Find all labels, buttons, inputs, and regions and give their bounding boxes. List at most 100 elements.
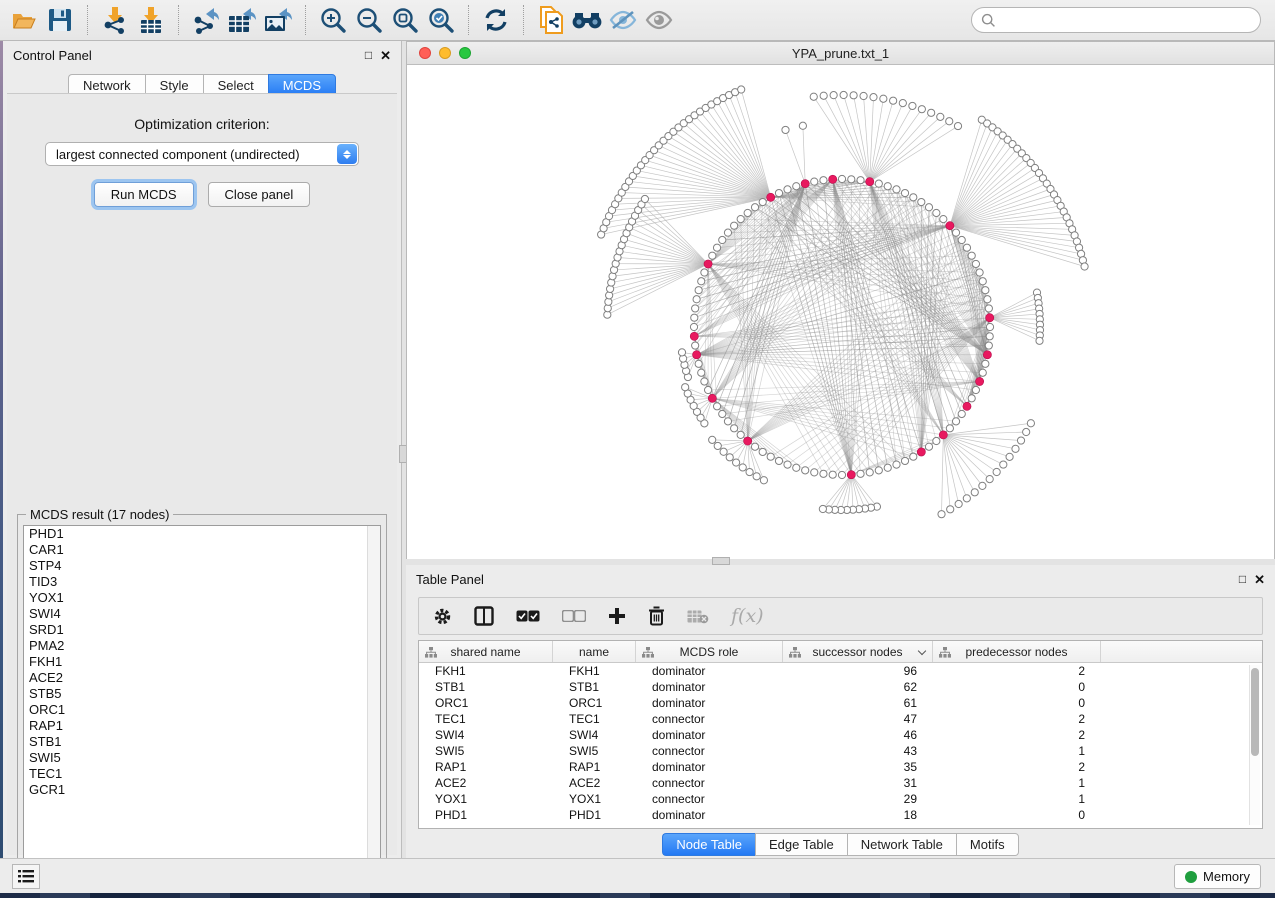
tab-motifs[interactable]: Motifs	[956, 833, 1019, 856]
table-body: FKH1FKH1dominator962STB1STB1dominator620…	[419, 663, 1262, 823]
column-header-predecessor-nodes[interactable]: predecessor nodes	[933, 641, 1101, 662]
node-table[interactable]: shared name nameMCDS rolesuccessor nodesp…	[418, 640, 1263, 829]
mcds-result-item[interactable]: RAP1	[24, 718, 380, 734]
zoom-fit-icon[interactable]	[387, 3, 423, 37]
column-header-successor-nodes[interactable]: successor nodes	[783, 641, 933, 662]
cell-name: YOX1	[553, 791, 636, 807]
deselect-all-checks-icon[interactable]	[562, 604, 586, 628]
close-table-panel-icon[interactable]: ✕	[1254, 573, 1265, 586]
table-scrollbar[interactable]	[1249, 665, 1260, 825]
refresh-icon[interactable]	[478, 3, 514, 37]
mcds-result-item[interactable]: PHD1	[24, 526, 380, 542]
export-network-icon[interactable]	[188, 3, 224, 37]
window-close-icon[interactable]	[419, 47, 431, 59]
hide-selected-icon[interactable]	[605, 3, 641, 37]
table-scrollbar-thumb[interactable]	[1251, 668, 1259, 756]
column-header-shared-name[interactable]: shared name	[419, 641, 553, 662]
table-row[interactable]: PHD1PHD1dominator180	[419, 807, 1262, 823]
cell-mcds_role: connector	[636, 791, 783, 807]
search-input[interactable]	[971, 7, 1261, 33]
float-table-panel-icon[interactable]: □	[1239, 573, 1246, 585]
new-network-from-selection-icon[interactable]	[533, 3, 569, 37]
open-file-icon[interactable]	[6, 3, 42, 37]
zoom-selected-icon[interactable]	[423, 3, 459, 37]
toolbar-separator	[523, 5, 524, 35]
cell-mcds_role: connector	[636, 775, 783, 791]
cell-successor_nodes: 46	[783, 727, 933, 743]
zoom-out-icon[interactable]	[351, 3, 387, 37]
table-panel-titlebar: Table Panel □ ✕	[406, 565, 1275, 593]
table-panel: Table Panel □ ✕ f(x) shared	[406, 565, 1275, 858]
toolbar-separator	[305, 5, 306, 35]
tab-edge-table[interactable]: Edge Table	[755, 833, 847, 856]
export-image-icon[interactable]	[260, 3, 296, 37]
import-network-icon[interactable]	[97, 3, 133, 37]
mcds-result-item[interactable]: SWI4	[24, 606, 380, 622]
first-neighbors-icon[interactable]	[569, 3, 605, 37]
float-panel-icon[interactable]: □	[365, 49, 372, 61]
column-header-MCDS-role[interactable]: MCDS role	[636, 641, 783, 662]
control-panel: Control Panel □ ✕ NetworkStyleSelectMCDS…	[3, 41, 401, 858]
mcds-result-items: PHD1CAR1STP4TID3YOX1SWI4SRD1PMA2FKH1ACE2…	[24, 526, 380, 798]
mcds-result-list[interactable]: PHD1CAR1STP4TID3YOX1SWI4SRD1PMA2FKH1ACE2…	[23, 525, 381, 880]
cell-name: STB1	[553, 679, 636, 695]
window-maximize-icon[interactable]	[459, 47, 471, 59]
table-row[interactable]: SWI4SWI4dominator462	[419, 727, 1262, 743]
network-canvas[interactable]	[407, 65, 1274, 559]
cell-name: RAP1	[553, 759, 636, 775]
save-session-icon[interactable]	[42, 3, 78, 37]
tab-network-table[interactable]: Network Table	[847, 833, 956, 856]
zoom-in-icon[interactable]	[315, 3, 351, 37]
task-history-button[interactable]	[12, 864, 40, 889]
mcds-result-item[interactable]: PMA2	[24, 638, 380, 654]
close-panel-button[interactable]: Close panel	[208, 182, 311, 207]
network-window-titlebar[interactable]: YPA_prune.txt_1	[407, 42, 1274, 65]
cell-shared_name: YOX1	[419, 791, 553, 807]
table-row[interactable]: YOX1YOX1connector291	[419, 791, 1262, 807]
result-list-scrollbar[interactable]	[367, 526, 380, 879]
run-mcds-button[interactable]: Run MCDS	[94, 182, 194, 207]
show-all-icon[interactable]	[641, 3, 677, 37]
mcds-result-item[interactable]: ORC1	[24, 702, 380, 718]
mcds-result-item[interactable]: TEC1	[24, 766, 380, 782]
column-label: shared name	[450, 645, 520, 659]
mcds-result-item[interactable]: STB5	[24, 686, 380, 702]
table-row[interactable]: ORC1ORC1dominator610	[419, 695, 1262, 711]
table-row[interactable]: STB1STB1dominator620	[419, 679, 1262, 695]
attribute-icon	[642, 647, 654, 658]
import-table-icon[interactable]	[133, 3, 169, 37]
mcds-result-title: MCDS result (17 nodes)	[26, 507, 173, 522]
table-row[interactable]: TEC1TEC1connector472	[419, 711, 1262, 727]
mcds-result-item[interactable]: GCR1	[24, 782, 380, 798]
memory-button[interactable]: Memory	[1174, 864, 1261, 889]
mcds-result-item[interactable]: SWI5	[24, 750, 380, 766]
table-row[interactable]: FKH1FKH1dominator962	[419, 663, 1262, 679]
column-layout-icon[interactable]	[474, 604, 494, 628]
add-column-icon[interactable]	[608, 604, 626, 628]
horizontal-splitter-grip[interactable]	[712, 557, 730, 565]
table-row[interactable]: RAP1RAP1dominator352	[419, 759, 1262, 775]
mcds-result-item[interactable]: STP4	[24, 558, 380, 574]
mcds-result-item[interactable]: FKH1	[24, 654, 380, 670]
mcds-result-item[interactable]: YOX1	[24, 590, 380, 606]
column-header-name[interactable]: name	[553, 641, 636, 662]
close-panel-icon[interactable]: ✕	[380, 49, 391, 62]
table-row[interactable]: ACE2ACE2connector311	[419, 775, 1262, 791]
cell-mcds_role: connector	[636, 743, 783, 759]
mcds-result-item[interactable]: ACE2	[24, 670, 380, 686]
mcds-result-item[interactable]: STB1	[24, 734, 380, 750]
table-row[interactable]: SWI5SWI5connector431	[419, 743, 1262, 759]
tab-node-table[interactable]: Node Table	[662, 833, 755, 856]
function-builder-disabled-icon: f(x)	[731, 604, 764, 628]
cell-successor_nodes: 35	[783, 759, 933, 775]
mcds-result-item[interactable]: SRD1	[24, 622, 380, 638]
select-all-checks-icon[interactable]	[516, 604, 540, 628]
mcds-result-item[interactable]: TID3	[24, 574, 380, 590]
window-minimize-icon[interactable]	[439, 47, 451, 59]
export-table-icon[interactable]	[224, 3, 260, 37]
delete-column-icon[interactable]	[648, 604, 665, 628]
search-wrap	[971, 7, 1261, 33]
mcds-result-item[interactable]: CAR1	[24, 542, 380, 558]
optimization-criterion-select[interactable]: largest connected component (undirected)	[45, 142, 359, 166]
settings-gear-icon[interactable]	[433, 604, 452, 628]
